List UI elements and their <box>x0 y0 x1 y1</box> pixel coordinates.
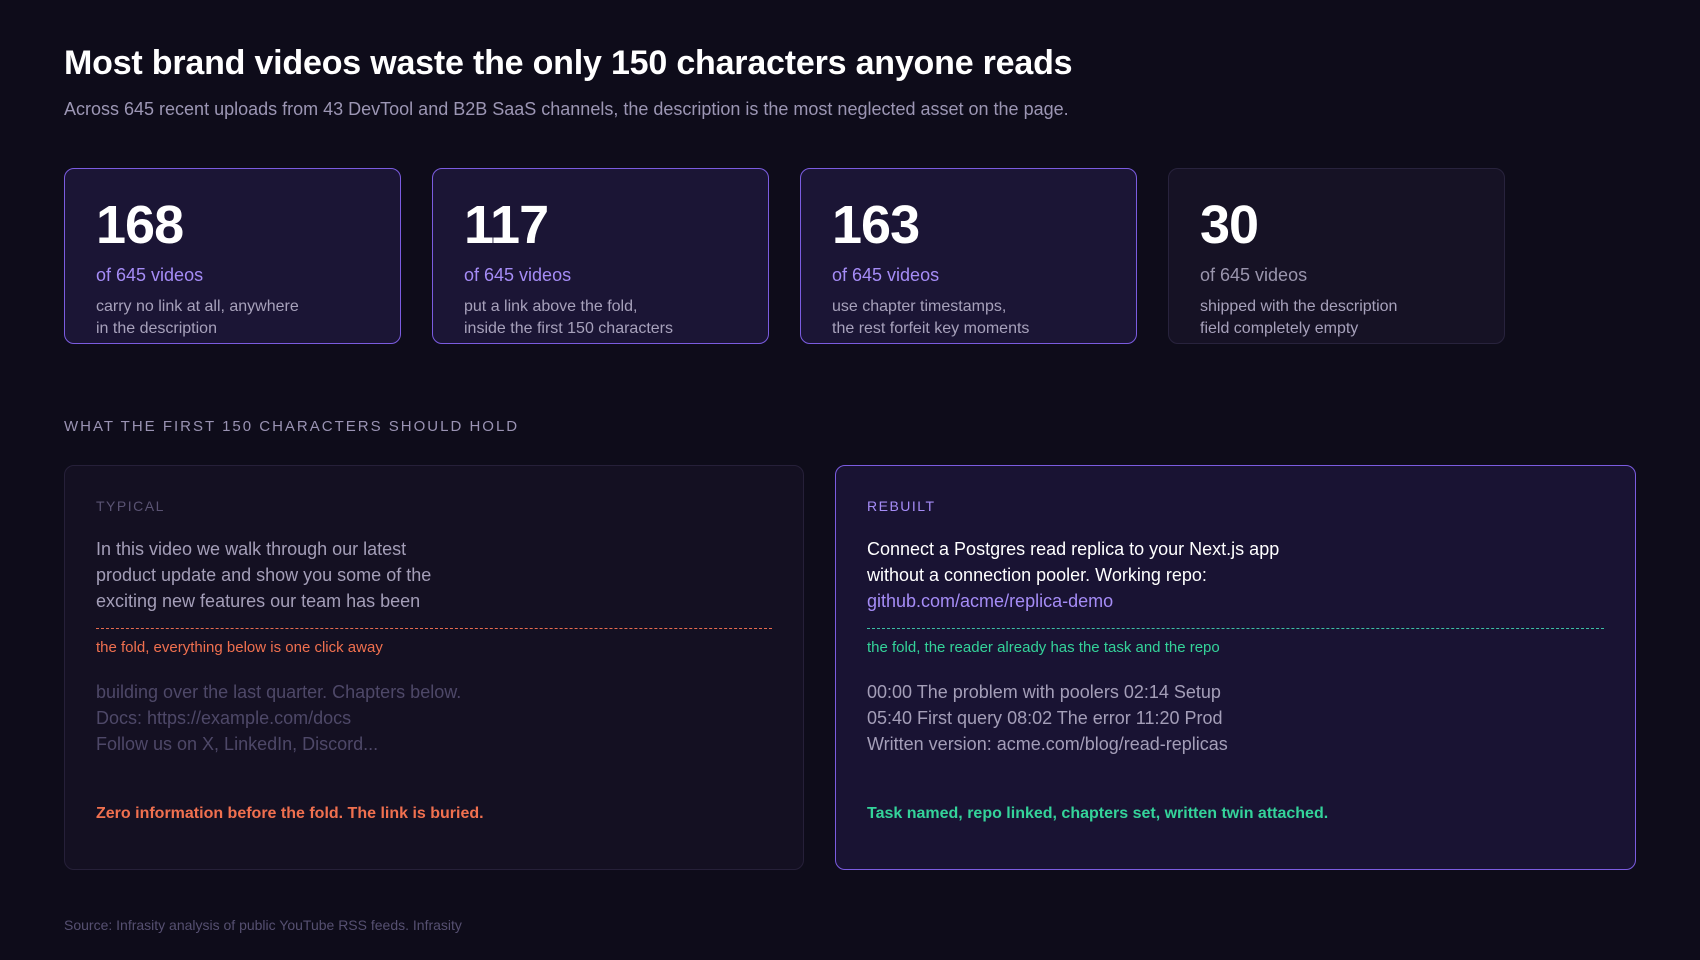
fold-note: the fold, everything below is one click … <box>96 639 383 656</box>
text-line: Written version: acme.com/blog/read-repl… <box>867 734 1228 754</box>
stat-description-line: carry no link at all, anywhere <box>96 298 299 315</box>
above-fold-text: Connect a Postgres read replica to your … <box>867 536 1327 614</box>
stat-card-empty: 30 of 645 videos shipped with the descri… <box>1168 168 1505 344</box>
stat-card-link-above-fold: 117 of 645 videos put a link above the f… <box>432 168 769 344</box>
stat-description-line: the rest forfeit key moments <box>832 320 1030 337</box>
above-fold-text: In this video we walk through our latest… <box>96 536 476 614</box>
page-subtitle: Across 645 recent uploads from 43 DevToo… <box>64 99 1069 119</box>
page-title: Most brand videos waste the only 150 cha… <box>64 44 1073 82</box>
text-line: product update and show you some of the <box>96 565 432 585</box>
stat-value: 117 <box>464 195 549 255</box>
text-line: In this video we walk through our latest <box>96 539 407 559</box>
stat-cards: 168 of 645 videos carry no link at all, … <box>64 168 1505 344</box>
text-line: Docs: https://example.com/docs <box>96 708 352 728</box>
fold-divider <box>867 628 1604 629</box>
text-line: Connect a Postgres read replica to your … <box>867 539 1280 559</box>
text-line: 00:00 The problem with poolers 02:14 Set… <box>867 682 1221 702</box>
text-line: Follow us on X, LinkedIn, Discord... <box>96 734 379 754</box>
stat-value: 168 <box>96 195 184 255</box>
fold-divider <box>96 628 772 629</box>
below-fold-text: building over the last quarter. Chapters… <box>96 679 772 757</box>
stat-of: of 645 videos <box>1200 265 1308 285</box>
panel-label: TYPICAL <box>96 498 165 514</box>
fold-note: the fold, the reader already has the tas… <box>867 639 1220 656</box>
stat-description-line: field completely empty <box>1200 320 1359 337</box>
stat-description-line: shipped with the description <box>1200 298 1398 315</box>
stat-description: use chapter timestamps, the rest forfeit… <box>832 296 1072 340</box>
stat-description: carry no link at all, anywhere in the de… <box>96 296 336 340</box>
stat-value: 30 <box>1200 195 1259 255</box>
below-fold-text: 00:00 The problem with poolers 02:14 Set… <box>867 679 1604 757</box>
text-line: 05:40 First query 08:02 The error 11:20 … <box>867 708 1223 728</box>
stat-description: shipped with the description field compl… <box>1200 296 1440 340</box>
rebuilt-panel: REBUILT Connect a Postgres read replica … <box>835 465 1636 870</box>
stat-description: put a link above the fold, inside the fi… <box>464 296 704 340</box>
typical-panel: TYPICAL In this video we walk through ou… <box>64 465 804 870</box>
stat-description-line: inside the first 150 characters <box>464 320 673 337</box>
page: Most brand videos waste the only 150 cha… <box>0 0 1700 960</box>
text-line: without a connection pooler. Working rep… <box>867 565 1207 585</box>
stat-of: of 645 videos <box>832 265 940 285</box>
panel-label: REBUILT <box>867 498 936 514</box>
stat-of: of 645 videos <box>96 265 204 285</box>
section-label: WHAT THE FIRST 150 CHARACTERS SHOULD HOL… <box>64 418 520 435</box>
stat-description-line: use chapter timestamps, <box>832 298 1007 315</box>
stat-description-line: put a link above the fold, <box>464 298 638 315</box>
repo-link[interactable]: github.com/acme/replica-demo <box>867 588 1327 614</box>
verdict: Task named, repo linked, chapters set, w… <box>867 805 1329 822</box>
verdict: Zero information before the fold. The li… <box>96 805 484 822</box>
text-line: building over the last quarter. Chapters… <box>96 682 462 702</box>
stat-card-chapters: 163 of 645 videos use chapter timestamps… <box>800 168 1137 344</box>
source-note: Source: Infrasity analysis of public You… <box>64 917 462 933</box>
text-line: exciting new features our team has been <box>96 591 421 611</box>
stat-card-no-link: 168 of 645 videos carry no link at all, … <box>64 168 401 344</box>
stat-value: 163 <box>832 195 920 255</box>
stat-of: of 645 videos <box>464 265 572 285</box>
stat-description-line: in the description <box>96 320 217 337</box>
